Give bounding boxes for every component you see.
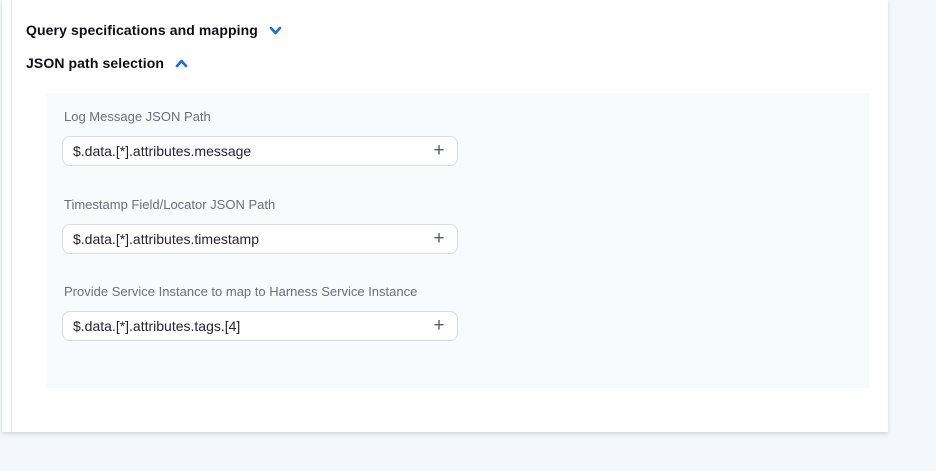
content-card: Query specifications and mapping JSON pa… xyxy=(2,0,888,432)
field-timestamp-json-path: Timestamp Field/Locator JSON Path + xyxy=(62,197,458,254)
log-message-json-path-label: Log Message JSON Path xyxy=(64,109,458,124)
section-title-query-specifications: Query specifications and mapping xyxy=(26,22,258,38)
chevron-up-icon[interactable] xyxy=(174,56,189,71)
plus-icon[interactable]: + xyxy=(428,311,450,341)
service-instance-json-path-input[interactable] xyxy=(62,311,458,341)
json-path-selection-panel: Log Message JSON Path + Timestamp Field/… xyxy=(46,93,869,388)
section-header-query-specifications[interactable]: Query specifications and mapping xyxy=(26,22,283,38)
timestamp-json-path-label: Timestamp Field/Locator JSON Path xyxy=(64,197,458,212)
chevron-down-icon[interactable] xyxy=(268,23,283,38)
section-title-json-path-selection: JSON path selection xyxy=(26,55,164,71)
timestamp-json-path-input[interactable] xyxy=(62,224,458,254)
plus-icon[interactable]: + xyxy=(428,224,450,254)
section-header-json-path-selection[interactable]: JSON path selection xyxy=(26,55,189,71)
field-log-message-json-path: Log Message JSON Path + xyxy=(62,109,458,166)
plus-icon[interactable]: + xyxy=(428,136,450,166)
service-instance-json-path-label: Provide Service Instance to map to Harne… xyxy=(64,284,458,299)
left-panel-divider xyxy=(11,0,12,432)
field-service-instance-json-path: Provide Service Instance to map to Harne… xyxy=(62,284,458,341)
log-message-json-path-input[interactable] xyxy=(62,136,458,166)
